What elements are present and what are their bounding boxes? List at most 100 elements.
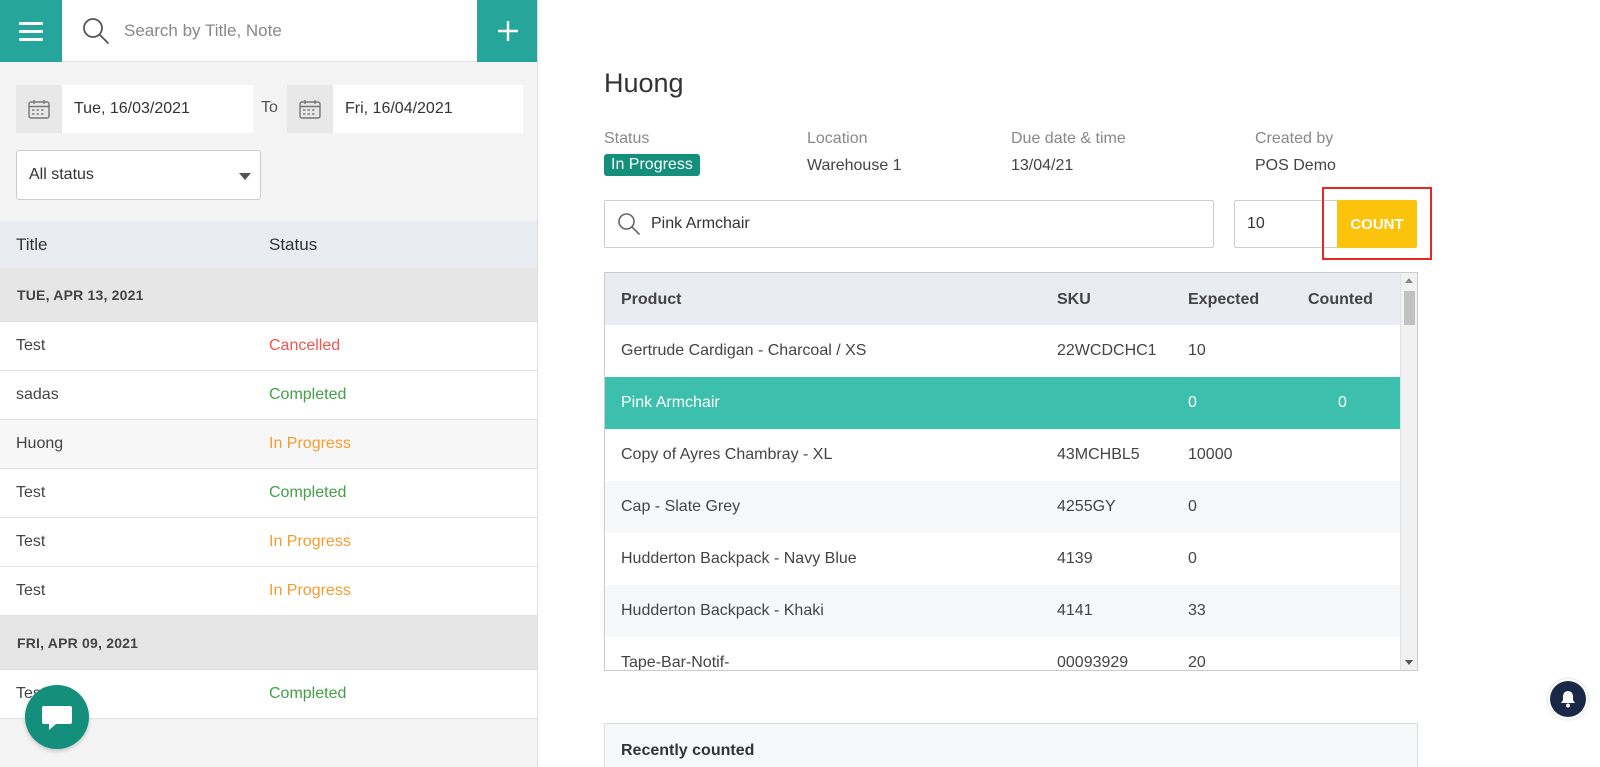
- item-title: Test: [16, 337, 46, 354]
- status-label: Status: [604, 130, 650, 147]
- due-date-value: 13/04/21: [1011, 157, 1074, 174]
- list-item[interactable]: Test In Progress: [0, 567, 537, 616]
- calendar-icon: [287, 85, 333, 133]
- item-status: Completed: [269, 685, 347, 702]
- notification-button[interactable]: [1550, 681, 1586, 717]
- cell-product: Tape-Bar-Notif-: [621, 654, 730, 671]
- table-row-selected[interactable]: Pink Armchair 0 0: [605, 377, 1401, 429]
- list-item[interactable]: Test Cancelled: [0, 322, 537, 371]
- product-search-input[interactable]: [651, 215, 1191, 233]
- item-status: In Progress: [269, 533, 351, 550]
- sidebar-topbar: [0, 0, 537, 62]
- cell-product: Hudderton Backpack - Navy Blue: [621, 550, 857, 567]
- date-to-picker[interactable]: Fri, 16/04/2021: [287, 85, 523, 133]
- cell-expected: 0: [1188, 498, 1197, 515]
- cell-sku: 4139: [1057, 550, 1093, 567]
- item-status: Completed: [269, 386, 347, 403]
- item-title: sadas: [16, 386, 59, 403]
- item-status: In Progress: [269, 435, 351, 452]
- cell-sku: 43MCHBL5: [1057, 446, 1140, 463]
- bell-icon: [1561, 691, 1575, 708]
- cell-sku: 00093929: [1057, 654, 1129, 671]
- list-item[interactable]: Test In Progress: [0, 518, 537, 567]
- date-group-header: FRI, APR 09, 2021: [0, 616, 537, 670]
- hamburger-icon: [19, 21, 43, 25]
- cell-counted: 0: [1338, 394, 1347, 411]
- location-value: Warehouse 1: [807, 157, 902, 174]
- caret-down-icon: [239, 173, 251, 180]
- table-row[interactable]: Hudderton Backpack - Khaki 4141 33: [605, 585, 1401, 637]
- item-title: Huong: [16, 435, 64, 452]
- list-item[interactable]: sadas Completed: [0, 371, 537, 420]
- date-group-header: TUE, APR 13, 2021: [0, 268, 537, 322]
- cell-product: Hudderton Backpack - Khaki: [621, 602, 824, 619]
- header-expected: Expected: [1188, 291, 1260, 308]
- list-header: Title Status: [0, 221, 537, 268]
- status-filter-value: All status: [29, 166, 94, 183]
- scroll-up-arrow-icon[interactable]: [1405, 278, 1413, 283]
- products-table: Product SKU Expected Counted Gertrude Ca…: [604, 272, 1418, 671]
- cell-expected: 20: [1188, 654, 1206, 671]
- search-icon: [618, 213, 640, 235]
- date-from-value: Tue, 16/03/2021: [74, 100, 190, 117]
- search-bar: [62, 0, 477, 62]
- table-row[interactable]: Hudderton Backpack - Navy Blue 4139 0: [605, 533, 1401, 585]
- cell-expected: 10: [1188, 342, 1206, 359]
- cell-product: Pink Armchair: [621, 394, 720, 411]
- header-product: Product: [621, 291, 682, 308]
- created-by-label: Created by: [1255, 130, 1334, 147]
- quantity-input[interactable]: [1235, 201, 1325, 247]
- product-search-bar: [604, 200, 1214, 248]
- recently-counted-panel: Recently counted: [604, 723, 1418, 767]
- item-title: Test: [16, 484, 46, 501]
- menu-button[interactable]: [0, 0, 62, 62]
- stocktake-list: TUE, APR 13, 2021 Test Cancelled sadas C…: [0, 268, 537, 719]
- table-row[interactable]: Copy of Ayres Chambray - XL 43MCHBL5 100…: [605, 429, 1401, 481]
- column-title: Title: [16, 234, 48, 254]
- table-row[interactable]: Cap - Slate Grey 4255GY 0: [605, 481, 1401, 533]
- cell-sku: 4141: [1057, 602, 1093, 619]
- chat-icon: [42, 706, 72, 730]
- cell-sku: 22WCDCHC1: [1057, 342, 1157, 359]
- header-counted: Counted: [1308, 291, 1373, 308]
- search-input[interactable]: [124, 21, 454, 41]
- sidebar: Tue, 16/03/2021 To Fri, 16/04/2021 All s…: [0, 0, 538, 767]
- scrollbar-thumb[interactable]: [1404, 291, 1415, 325]
- item-status: Completed: [269, 484, 347, 501]
- chat-button[interactable]: [25, 685, 89, 749]
- location-label: Location: [807, 130, 868, 147]
- cell-expected: 10000: [1188, 446, 1233, 463]
- cell-product: Cap - Slate Grey: [621, 498, 741, 515]
- cell-expected: 33: [1188, 602, 1206, 619]
- created-by-value: POS Demo: [1255, 157, 1336, 174]
- cell-expected: 0: [1188, 550, 1197, 567]
- date-range-to-label: To: [261, 99, 278, 116]
- cell-expected: 0: [1188, 394, 1197, 411]
- table-header: Product SKU Expected Counted: [605, 273, 1401, 325]
- cell-sku: 4255GY: [1057, 498, 1116, 515]
- add-button[interactable]: [477, 0, 537, 62]
- item-title: Test: [16, 533, 46, 550]
- calendar-icon: [16, 85, 62, 133]
- status-badge: In Progress: [604, 154, 700, 176]
- cell-product: Gertrude Cardigan - Charcoal / XS: [621, 342, 867, 359]
- date-from-picker[interactable]: Tue, 16/03/2021: [16, 85, 253, 133]
- date-to-value: Fri, 16/04/2021: [345, 100, 453, 117]
- status-filter-select[interactable]: All status: [16, 150, 261, 200]
- header-sku: SKU: [1057, 291, 1091, 308]
- page-title: Huong: [604, 68, 684, 98]
- plus-icon: [497, 21, 518, 41]
- table-body: Gertrude Cardigan - Charcoal / XS 22WCDC…: [605, 325, 1401, 671]
- cell-product: Copy of Ayres Chambray - XL: [621, 446, 833, 463]
- table-row[interactable]: Gertrude Cardigan - Charcoal / XS 22WCDC…: [605, 325, 1401, 377]
- list-item[interactable]: Test Completed: [0, 469, 537, 518]
- column-status: Status: [269, 234, 318, 254]
- table-scrollbar[interactable]: [1400, 273, 1417, 670]
- item-title: Test: [16, 582, 46, 599]
- count-button[interactable]: COUNT: [1337, 200, 1417, 248]
- table-row[interactable]: Tape-Bar-Notif- 00093929 20: [605, 637, 1401, 671]
- search-icon: [83, 18, 109, 44]
- stocktake-detail: Huong Status In Progress Location Wareho…: [538, 0, 1600, 767]
- scroll-down-arrow-icon[interactable]: [1405, 660, 1413, 665]
- list-item-selected[interactable]: Huong In Progress: [0, 420, 537, 469]
